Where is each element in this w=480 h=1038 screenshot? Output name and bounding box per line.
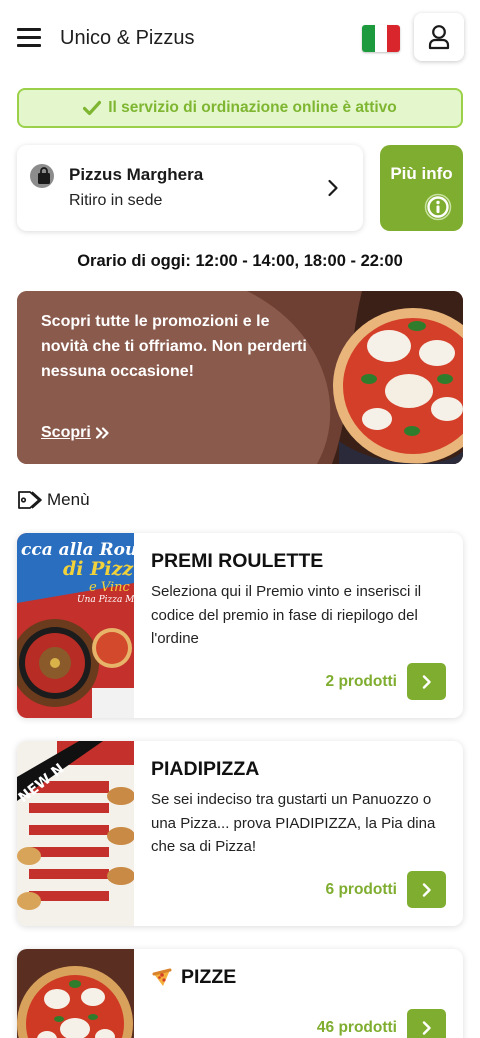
category-description: Seleziona qui il Premio vinto e inserisc… xyxy=(151,583,422,647)
chevron-right-icon xyxy=(328,179,338,197)
svg-text:Una Pizza Ma: Una Pizza Ma xyxy=(77,595,134,605)
double-chevron-right-icon xyxy=(95,427,109,439)
product-count: 46 prodotti xyxy=(316,1019,397,1036)
opening-hours: Orario di oggi: 12:00 - 14:00, 18:00 - 2… xyxy=(77,252,403,270)
hamburger-menu-icon[interactable] xyxy=(17,27,41,47)
menu-section-header: Menù xyxy=(17,489,90,511)
piadipizza-category-image: NEW N xyxy=(17,741,134,926)
category-title: PIZZE xyxy=(151,966,236,989)
open-category-button[interactable] xyxy=(407,1009,446,1038)
app-header: Unico & Pizzus xyxy=(0,0,480,78)
user-icon xyxy=(428,25,450,50)
chevron-right-icon xyxy=(422,882,431,897)
shopping-bag-icon xyxy=(30,164,54,188)
app-title: Unico & Pizzus xyxy=(60,27,195,49)
category-card-pizze[interactable]: PIZZE 46 prodotti xyxy=(17,949,463,1038)
roulette-category-image: cca alla Roule di Pizz e Vinc Una Pizza … xyxy=(17,533,134,718)
chevron-right-icon xyxy=(422,674,431,689)
category-description: Se sei indeciso tra gustarti un Panuozzo… xyxy=(151,791,436,855)
category-title: PIADIPIZZA xyxy=(151,758,260,780)
category-title-text: PIZZE xyxy=(181,966,237,988)
category-card-premi-roulette[interactable]: cca alla Roule di Pizz e Vinc Una Pizza … xyxy=(17,533,463,718)
svg-text:cca alla Roule: cca alla Roule xyxy=(21,540,134,560)
pizza-slice-icon xyxy=(152,968,172,986)
category-card-piadipizza[interactable]: NEW N PIADIPIZZA Se sei indeciso tra gus… xyxy=(17,741,463,926)
pizze-category-image xyxy=(17,949,134,1038)
ordering-status-banner: Il servizio di ordinazione online è atti… xyxy=(17,88,463,128)
promo-text: Scopri tutte le promozioni e le novità c… xyxy=(41,313,307,380)
category-title: PREMI ROULETTE xyxy=(151,550,324,572)
italian-flag-icon[interactable] xyxy=(362,25,400,52)
discover-link-label: Scopri xyxy=(41,424,91,441)
status-text: Il servizio di ordinazione online è atti… xyxy=(108,99,397,116)
product-count: 6 prodotti xyxy=(325,881,397,898)
svg-text:e Vinc: e Vinc xyxy=(89,580,131,595)
discover-link[interactable]: Scopri xyxy=(41,424,110,442)
user-account-button[interactable] xyxy=(414,13,464,61)
chevron-right-icon xyxy=(422,1020,431,1035)
promo-banner[interactable]: Scopri tutte le promozioni e le novità c… xyxy=(17,291,463,464)
menu-label: Menù xyxy=(47,490,90,509)
info-icon xyxy=(424,193,452,221)
more-info-button[interactable]: Più info xyxy=(380,145,463,231)
tag-icon xyxy=(18,491,42,509)
svg-text:di Pizz: di Pizz xyxy=(63,558,134,580)
more-info-label: Più info xyxy=(390,164,453,183)
store-name: Pizzus Marghera xyxy=(69,165,204,184)
check-icon xyxy=(83,100,102,116)
store-selector[interactable]: Pizzus Marghera Ritiro in sede xyxy=(17,145,363,231)
product-count: 2 prodotti xyxy=(325,673,397,690)
open-category-button[interactable] xyxy=(407,871,446,908)
open-category-button[interactable] xyxy=(407,663,446,700)
store-service-mode: Ritiro in sede xyxy=(69,192,163,209)
